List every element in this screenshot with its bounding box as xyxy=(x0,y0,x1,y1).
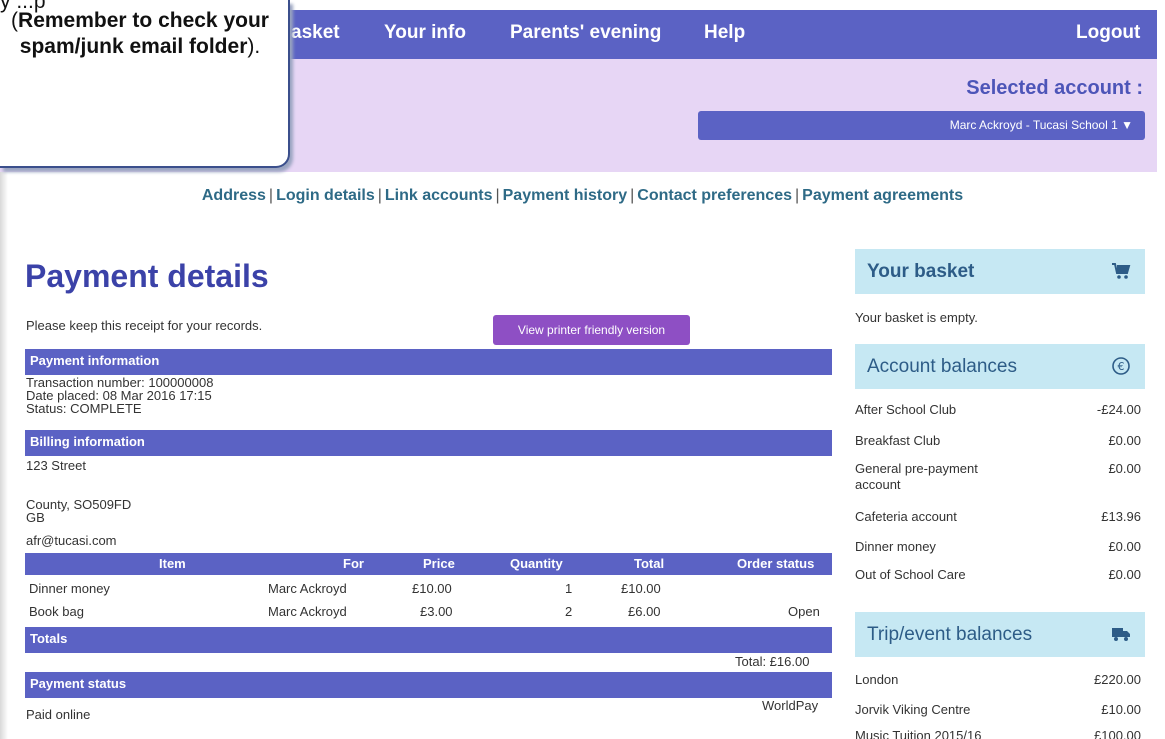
nav-your-info[interactable]: Your info xyxy=(384,22,466,44)
balance-amount: £0.00 xyxy=(1108,433,1141,448)
callout-open-paren: ( xyxy=(11,9,19,32)
trip-amount: £100.00 xyxy=(1094,728,1141,739)
trip-name: Jorvik Viking Centre xyxy=(855,702,971,717)
cell-total: £10.00 xyxy=(621,581,661,596)
selected-account-label: Selected account : xyxy=(966,77,1143,99)
trip-name: London xyxy=(855,672,899,687)
cell-total: £6.00 xyxy=(628,604,661,619)
basket-header: Your basket xyxy=(855,249,1145,294)
nav-parents-evening[interactable]: Parents' evening xyxy=(510,22,661,44)
table-row: Dinner money Marc Ackroyd £10.00 1 £10.0… xyxy=(25,578,832,600)
callout-tooltip: y ...p (Remember to check your spam/junk… xyxy=(0,0,290,168)
account-balances-header: Account balances € xyxy=(855,344,1145,389)
cell-quantity: 1 xyxy=(565,581,573,596)
balance-name: General pre-payment account xyxy=(855,461,978,492)
billing-line-1: 123 Street xyxy=(26,458,86,473)
cell-for: Marc Ackroyd xyxy=(268,581,347,596)
trip-amount: £220.00 xyxy=(1094,672,1141,687)
page-title: Payment details xyxy=(25,258,269,294)
balance-name: After School Club xyxy=(855,402,957,417)
order-table-header: Item For Price Quantity Total Order stat… xyxy=(25,553,832,575)
balance-amount: £0.00 xyxy=(1108,567,1141,582)
left-shadow xyxy=(0,172,8,739)
balance-amount: -£24.00 xyxy=(1096,402,1141,417)
basket-title: Your basket xyxy=(867,261,975,282)
billing-email: afr@tucasi.com xyxy=(26,533,117,548)
balance-amount: £0.00 xyxy=(1108,539,1141,554)
col-price: Price xyxy=(423,556,455,571)
col-item: Item xyxy=(159,556,186,571)
nav-basket[interactable]: asket xyxy=(291,22,340,44)
subnav-separator: | xyxy=(377,187,382,204)
trip-amount: £10.00 xyxy=(1101,702,1141,717)
truck-icon xyxy=(1112,628,1130,641)
balance-name: Breakfast Club xyxy=(855,433,941,448)
printer-friendly-button[interactable]: View printer friendly version xyxy=(493,315,690,345)
callout-text: (Remember to check your spam/junk email … xyxy=(6,8,274,60)
subnav-address[interactable]: Address xyxy=(202,187,266,204)
trip-name: Music Tuition 2015/16 xyxy=(855,728,982,739)
col-order-status: Order status xyxy=(737,556,815,571)
trip-balances-header: Trip/event balances xyxy=(855,612,1145,657)
subnav-login-details[interactable]: Login details xyxy=(276,187,375,204)
billing-info-heading: Billing information xyxy=(25,430,832,456)
callout-bold-text: Remember to check your spam/junk email f… xyxy=(18,9,269,58)
account-balances-title: Account balances xyxy=(867,356,1017,377)
payment-status-text: Status: COMPLETE xyxy=(26,401,142,416)
balance-name: Dinner money xyxy=(855,539,936,554)
table-row: Book bag Marc Ackroyd £3.00 2 £6.00 Open xyxy=(25,601,832,623)
callout-close: ). xyxy=(247,35,261,58)
subnav-separator: | xyxy=(268,187,274,204)
cell-price: £10.00 xyxy=(412,581,452,596)
col-quantity: Quantity xyxy=(510,556,563,571)
payment-status-heading: Payment status xyxy=(25,672,832,698)
cart-icon xyxy=(1112,263,1131,279)
account-select[interactable]: Marc Ackroyd - Tucasi School 1 ▼ xyxy=(698,111,1145,140)
trip-balances-title: Trip/event balances xyxy=(867,624,1033,645)
subnav-payment-agreements[interactable]: Payment agreements xyxy=(802,187,963,204)
subnav-payment-history[interactable]: Payment history xyxy=(503,187,627,204)
subnav-separator: | xyxy=(794,187,800,204)
cell-item: Dinner money xyxy=(29,581,110,596)
payment-provider: WorldPay xyxy=(762,698,819,713)
billing-line-3: GB xyxy=(26,510,45,525)
cell-for: Marc Ackroyd xyxy=(268,604,347,619)
basket-empty-text: Your basket is empty. xyxy=(855,310,978,325)
balance-amount: £0.00 xyxy=(1108,461,1141,476)
cell-order-status: Open xyxy=(788,604,820,619)
nav-logout[interactable]: Logout xyxy=(1076,22,1140,44)
col-for: For xyxy=(343,556,364,571)
payment-info-heading: Payment information xyxy=(25,349,832,375)
col-total: Total xyxy=(634,556,665,571)
payment-method: Paid online xyxy=(26,707,91,722)
receipt-note: Please keep this receipt for your record… xyxy=(26,318,263,333)
subnav-link-accounts[interactable]: Link accounts xyxy=(385,187,493,204)
nav-help[interactable]: Help xyxy=(704,22,745,44)
svg-text:€: € xyxy=(1118,360,1125,373)
balance-name: Cafeteria account xyxy=(855,509,957,524)
cell-quantity: 2 xyxy=(565,604,573,619)
totals-heading: Totals xyxy=(25,627,832,653)
subnav-separator: | xyxy=(630,187,635,204)
subnav-separator: | xyxy=(495,187,500,204)
subnav-contact-preferences[interactable]: Contact preferences xyxy=(637,187,792,204)
balance-name: Out of School Care xyxy=(855,567,966,582)
order-total: Total: £16.00 xyxy=(735,654,810,669)
cell-price: £3.00 xyxy=(420,604,453,619)
cell-item: Book bag xyxy=(29,604,84,619)
sub-nav: Address | Login details | Link accounts | Paym… xyxy=(0,187,1165,205)
euro-coin-icon: € xyxy=(1112,357,1130,375)
balance-amount: £13.96 xyxy=(1101,509,1141,524)
